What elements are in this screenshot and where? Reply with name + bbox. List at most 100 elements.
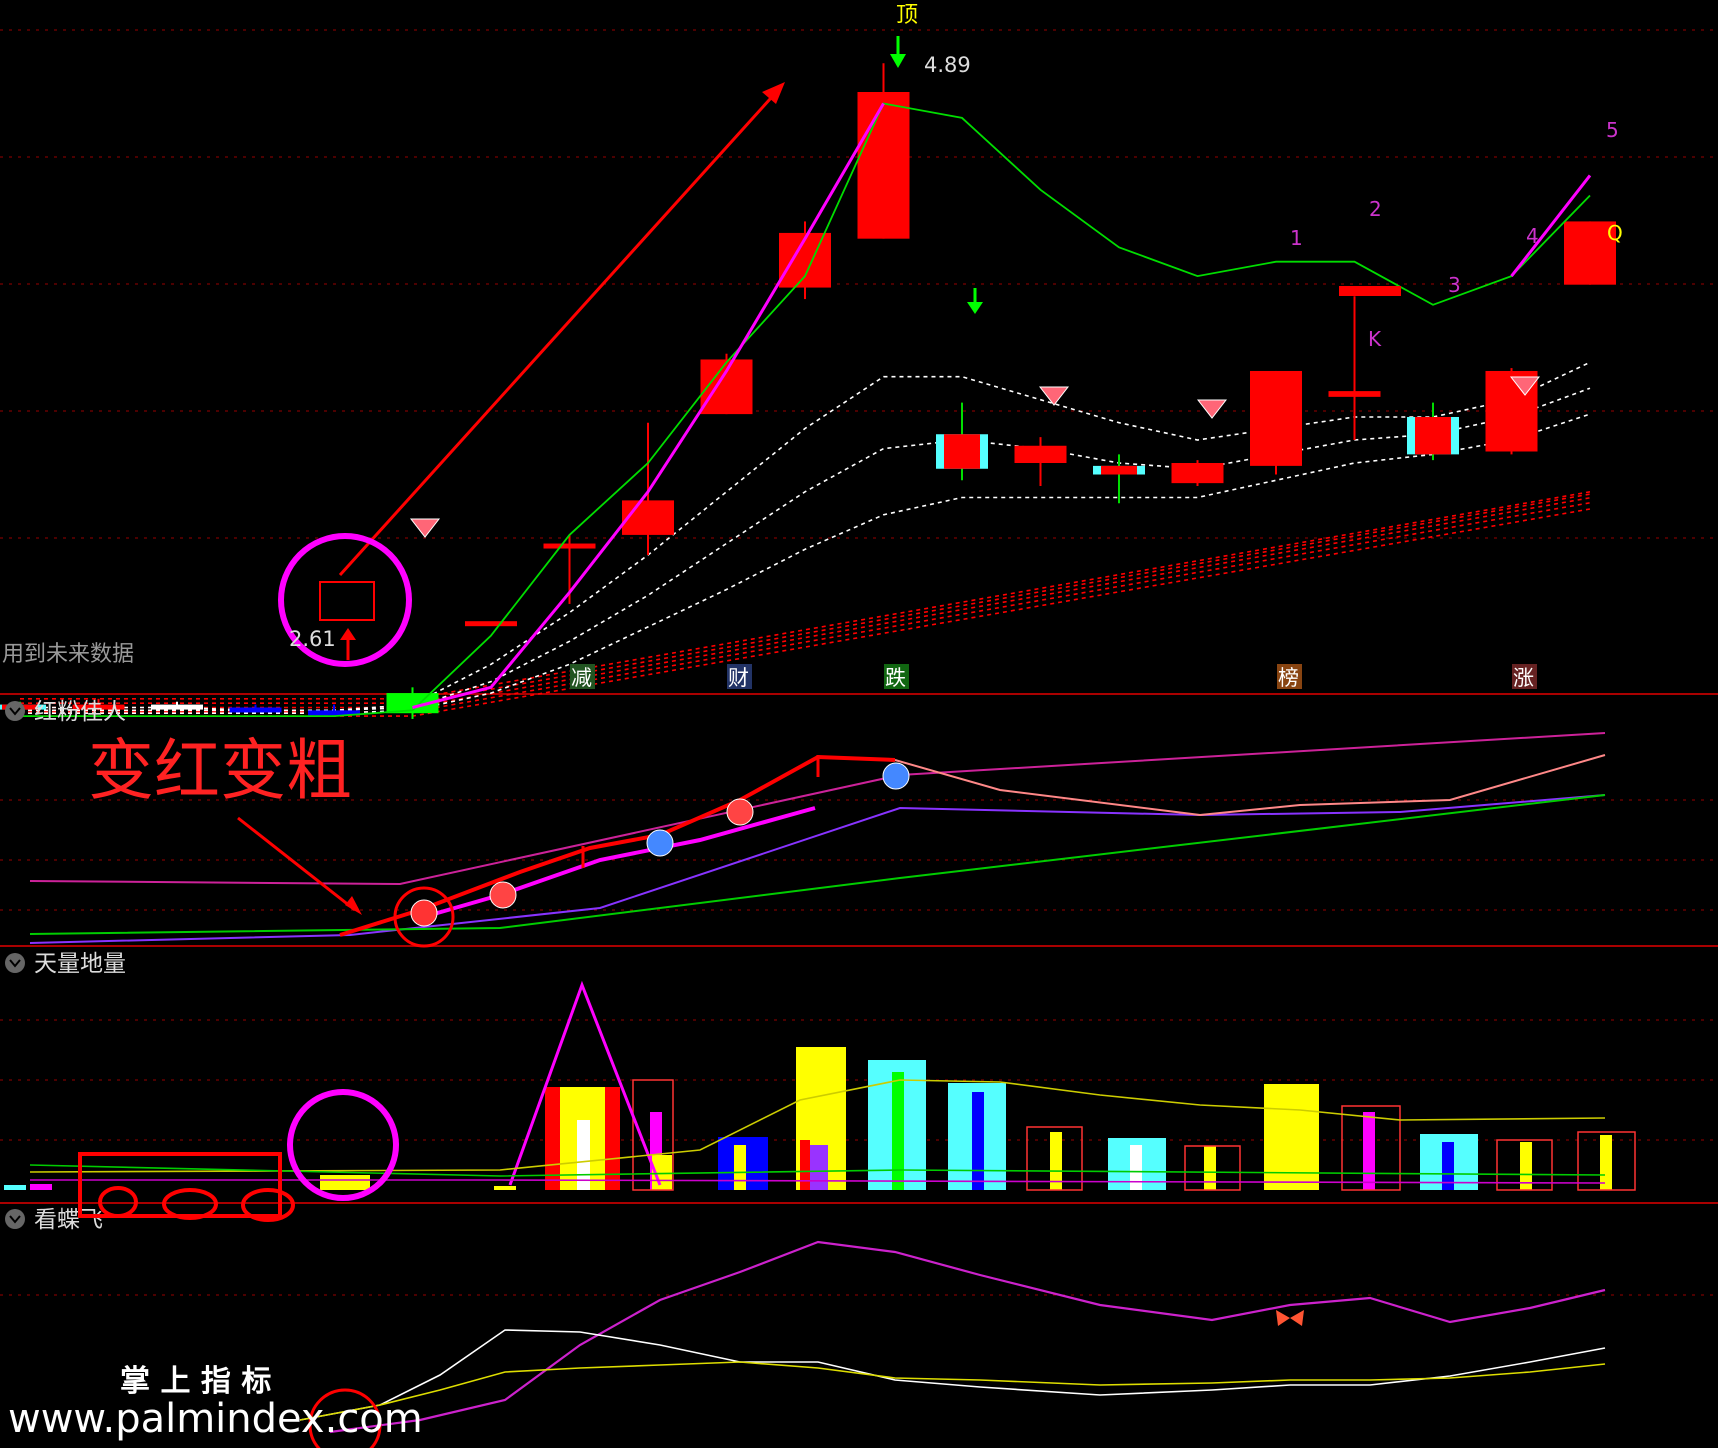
candle-body-17	[1328, 391, 1381, 397]
candle-15	[1171, 460, 1224, 487]
candle-6	[465, 621, 517, 627]
annotation-arrow-line	[237, 816, 356, 912]
diamond-icon-3	[409, 518, 441, 538]
candle-body-6	[465, 621, 517, 627]
red-dashed-ma-1	[20, 493, 1591, 705]
candle-body-8	[622, 500, 674, 535]
candle-body-2	[151, 704, 203, 710]
note-q-label: Q	[1607, 221, 1623, 245]
box-mark-bottom	[319, 581, 375, 621]
candle-body-11	[857, 92, 910, 239]
wave-label-3: 3	[1448, 273, 1461, 297]
butterfly-line-yellow	[299, 1361, 1606, 1421]
candle-body-15	[1171, 463, 1224, 484]
svg-text:涨: 涨	[1513, 666, 1534, 690]
panel-title-tianliang-text: 天量地量	[34, 951, 126, 977]
volume-low-box	[78, 1152, 282, 1218]
price-panel	[0, 36, 1616, 719]
candle-inner-18	[1415, 416, 1451, 455]
candle-14	[1093, 454, 1145, 504]
volume-bar-2	[320, 1175, 370, 1190]
k-dash-mark	[1339, 286, 1401, 296]
annotation-arrow-head	[345, 896, 362, 915]
volume-bar-23	[1363, 1112, 1375, 1190]
volume-bar-13	[800, 1140, 810, 1190]
svg-text:榜: 榜	[1278, 666, 1299, 690]
svg-text:财: 财	[728, 666, 749, 690]
watermark-url: www.palmindex.com	[8, 1396, 423, 1442]
red-dashed-ma-0	[20, 491, 1591, 700]
wave-label-4: 4	[1526, 224, 1539, 248]
volume-bar-22	[1264, 1084, 1319, 1190]
stamp-die: 跌	[884, 664, 909, 690]
diamond-icon-1	[1196, 399, 1228, 419]
volume-bar-15	[892, 1072, 904, 1190]
candle-3	[229, 704, 282, 713]
volume-bar-20	[1130, 1145, 1142, 1190]
stamp-zhang: 涨	[1512, 664, 1537, 690]
volume-bar-27	[1600, 1135, 1612, 1190]
volume-bar-0	[4, 1185, 26, 1190]
ball-icon-0	[410, 899, 438, 927]
candle-10	[779, 221, 831, 300]
red-dashed-ma-3	[20, 502, 1591, 713]
volume-bar-1	[30, 1184, 52, 1190]
annotation-red-thick: 变红变粗	[88, 732, 352, 809]
candle-body-13	[1014, 445, 1067, 464]
red-dashed-ma-4	[20, 508, 1591, 717]
low-value-label: 2.61	[289, 627, 336, 651]
stock-chart-canvas: 用到未来数据 顶 4.89 2.61 1 2 3 4 5 Q K 减 财 跌 榜…	[0, 3, 1718, 1448]
trend-arrow-head	[762, 82, 785, 104]
candle-inner-14	[1101, 465, 1137, 475]
hongfen-line-purple	[29, 794, 1606, 944]
diamond-icon-0	[1038, 386, 1070, 406]
hongfen-line-pink	[894, 754, 1606, 817]
price-annotations	[278, 36, 1541, 667]
candle-12	[936, 402, 988, 481]
down-arrow-top-head	[890, 54, 906, 68]
panel-title-kandiefei[interactable]: 看蝶飞	[5, 1207, 103, 1233]
ball-icon-4	[882, 762, 910, 790]
red-dashed-ma-2	[20, 497, 1591, 709]
volume-bar-21	[1204, 1146, 1216, 1190]
white-dashed-ma-2	[20, 413, 1591, 715]
candle-inner-12	[944, 434, 980, 469]
candle-body-7	[543, 543, 596, 549]
candle-11	[857, 63, 910, 239]
ball-icon-3	[726, 798, 754, 826]
panel-title-tianliang[interactable]: 天量地量	[5, 951, 126, 977]
svg-text:减: 减	[571, 666, 592, 690]
volume-bar-3	[494, 1186, 516, 1190]
ma-magenta-line	[412, 102, 885, 709]
butterfly-line-magenta	[329, 1240, 1606, 1434]
volume-bar-12	[808, 1145, 828, 1190]
ball-icon-1	[489, 881, 517, 909]
watermark-cn: 掌 上 指 标	[120, 1364, 271, 1399]
top-marker-label: 顶	[896, 3, 918, 28]
high-value-label: 4.89	[924, 53, 971, 77]
stamp-bang: 榜	[1277, 664, 1302, 690]
candle-8	[622, 422, 674, 556]
hongfen-line-green	[29, 794, 1606, 935]
candlesticks	[0, 63, 1616, 719]
wave-label-1: 1	[1290, 226, 1303, 250]
svg-text:跌: 跌	[885, 666, 906, 690]
wave-label-5: 5	[1606, 118, 1619, 142]
up-arrow-1-head	[340, 628, 356, 640]
candle-4	[308, 704, 360, 716]
volume-bar-10	[734, 1145, 746, 1190]
trend-arrow-line	[338, 86, 782, 577]
down-arrow-1-head	[967, 302, 983, 314]
candle-17	[1328, 296, 1381, 440]
ball-icon-2	[646, 829, 674, 857]
volume-bar-17	[972, 1092, 984, 1190]
note-k-label: K	[1368, 327, 1382, 351]
panel-title-kandiefei-text: 看蝶飞	[34, 1207, 103, 1233]
stamp-cai: 财	[727, 664, 752, 690]
butterfly-icon	[1276, 1310, 1304, 1326]
panel-title-hongfen-text: 红粉佳人	[34, 699, 126, 725]
butterfly-indicator-panel	[299, 1240, 1606, 1448]
stamp-jian: 减	[570, 664, 595, 690]
wave-label-2: 2	[1369, 197, 1382, 221]
candle-13	[1014, 437, 1067, 487]
